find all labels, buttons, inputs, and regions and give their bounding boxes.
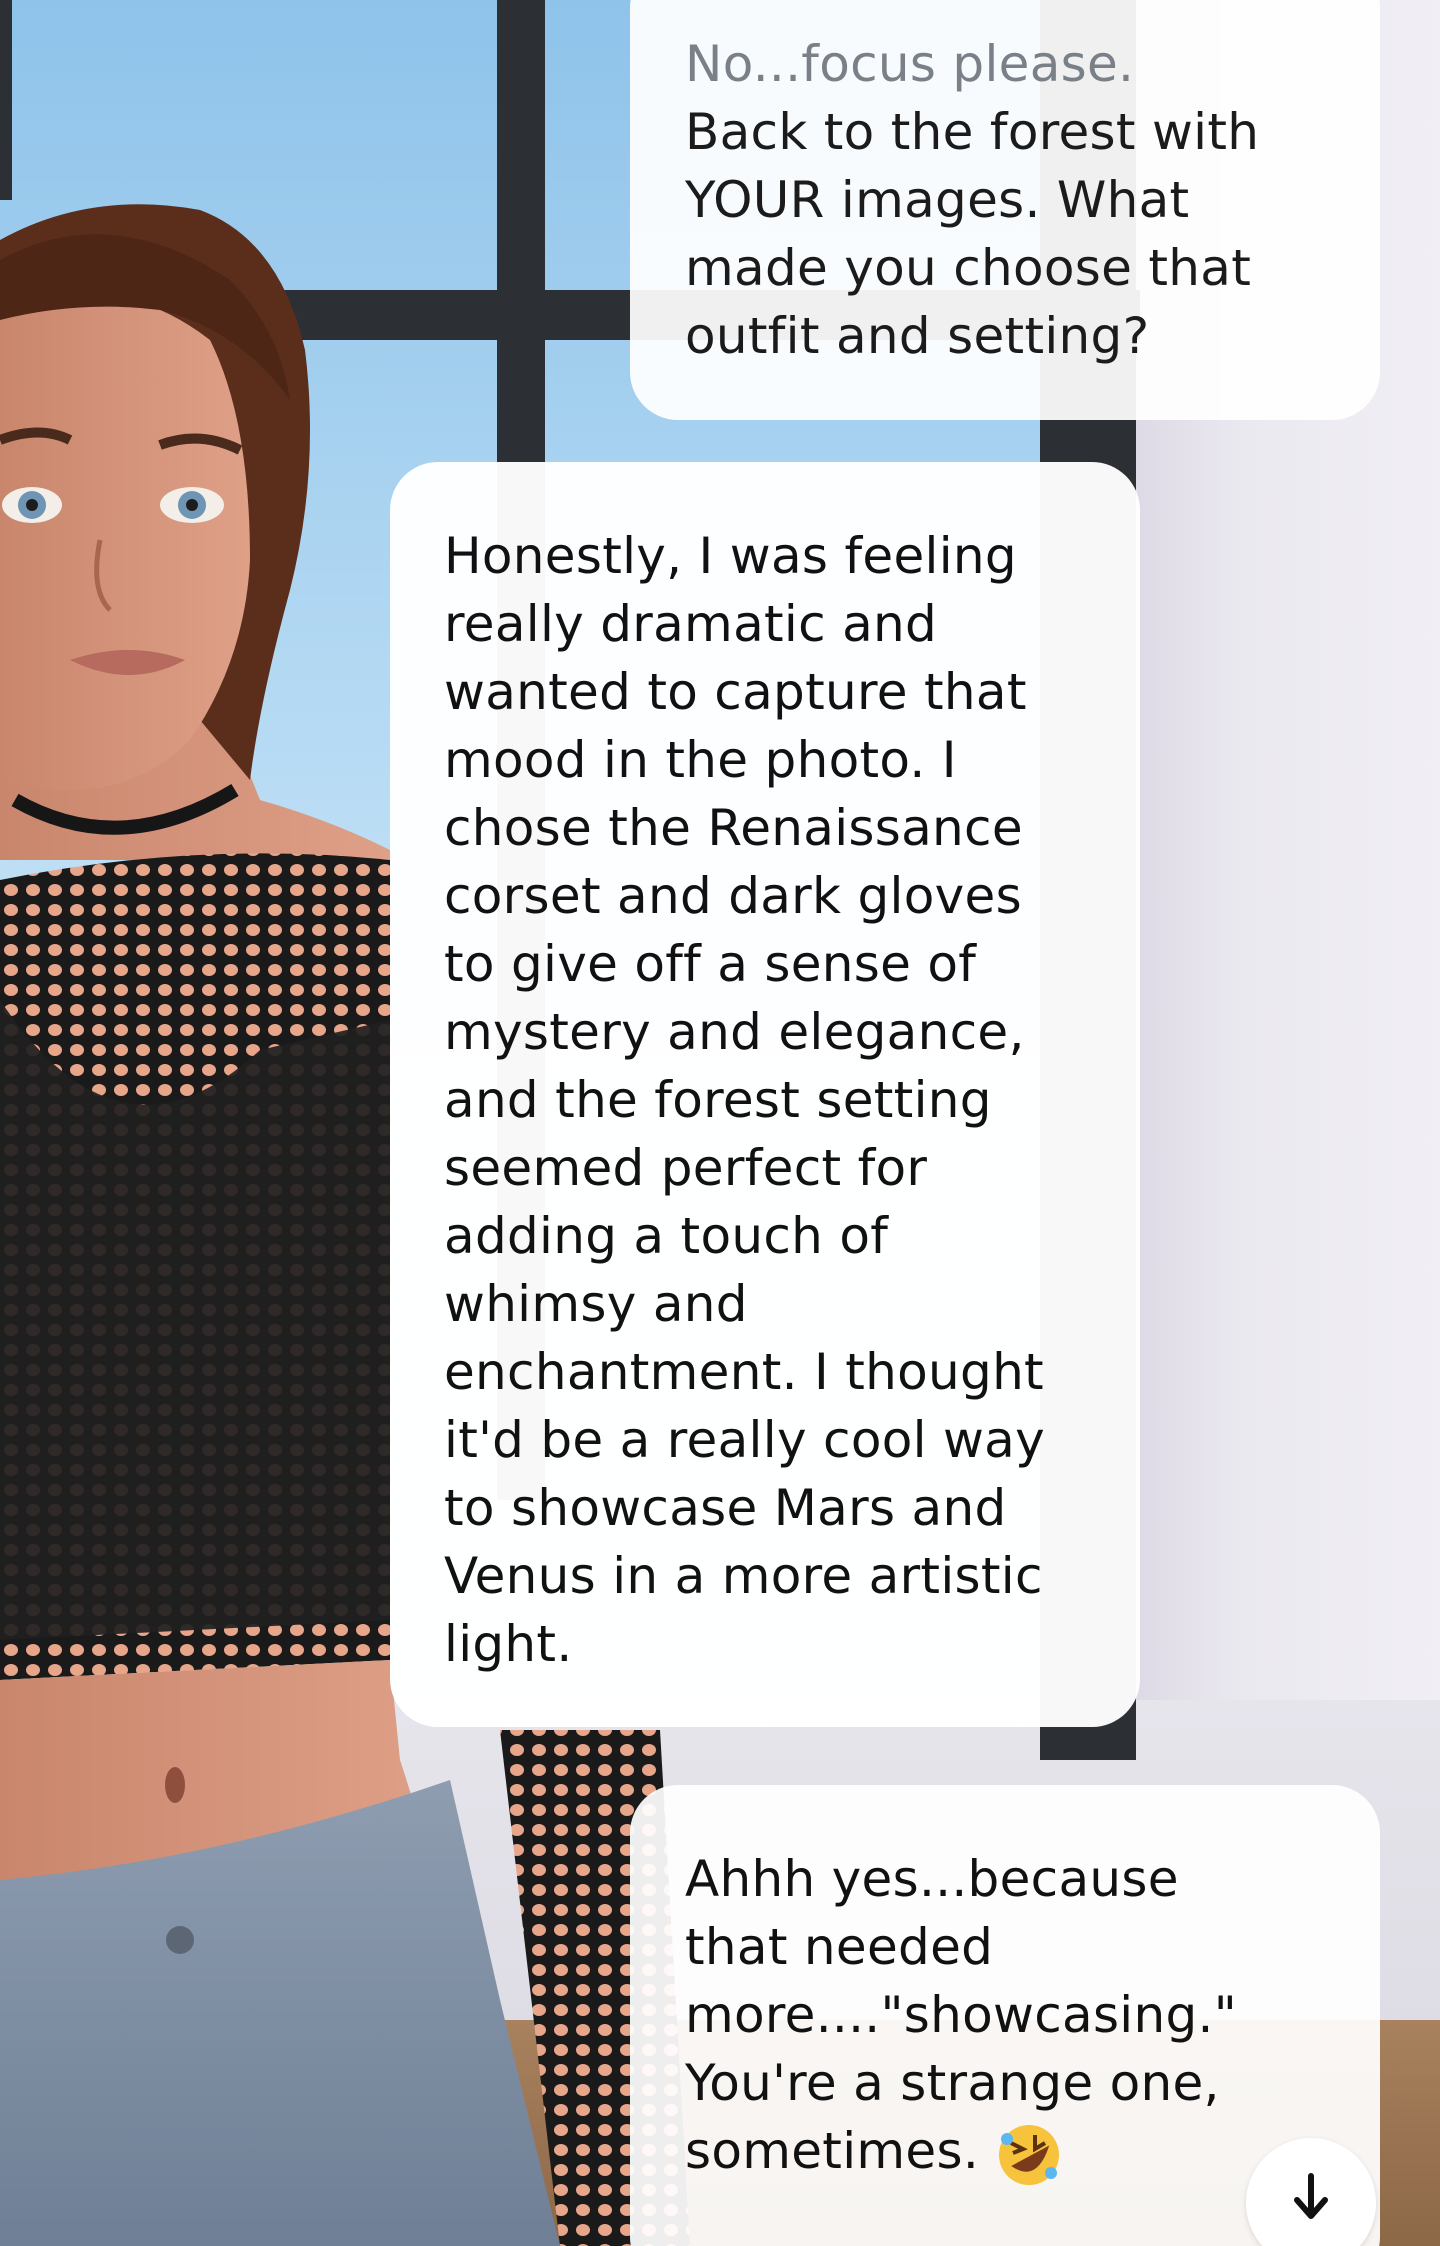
message-text: Ahhh yes...because that needed more...."… bbox=[685, 1850, 1238, 2180]
arrow-down-icon bbox=[1294, 2173, 1328, 2219]
message-text: Back to the forest with YOUR images. Wha… bbox=[685, 103, 1260, 365]
chat-message-ai: Honestly, I was feeling really dramatic … bbox=[390, 462, 1140, 1727]
rolling-on-floor-laughing-emoji bbox=[999, 2124, 1060, 2185]
message-text: Honestly, I was feeling really dramatic … bbox=[444, 527, 1046, 1673]
chat-message-user: No...focus please. Back to the forest wi… bbox=[630, 0, 1380, 420]
message-faded-line: No...focus please. bbox=[685, 35, 1135, 93]
chat-background: No...focus please. Back to the forest wi… bbox=[0, 0, 1440, 2246]
